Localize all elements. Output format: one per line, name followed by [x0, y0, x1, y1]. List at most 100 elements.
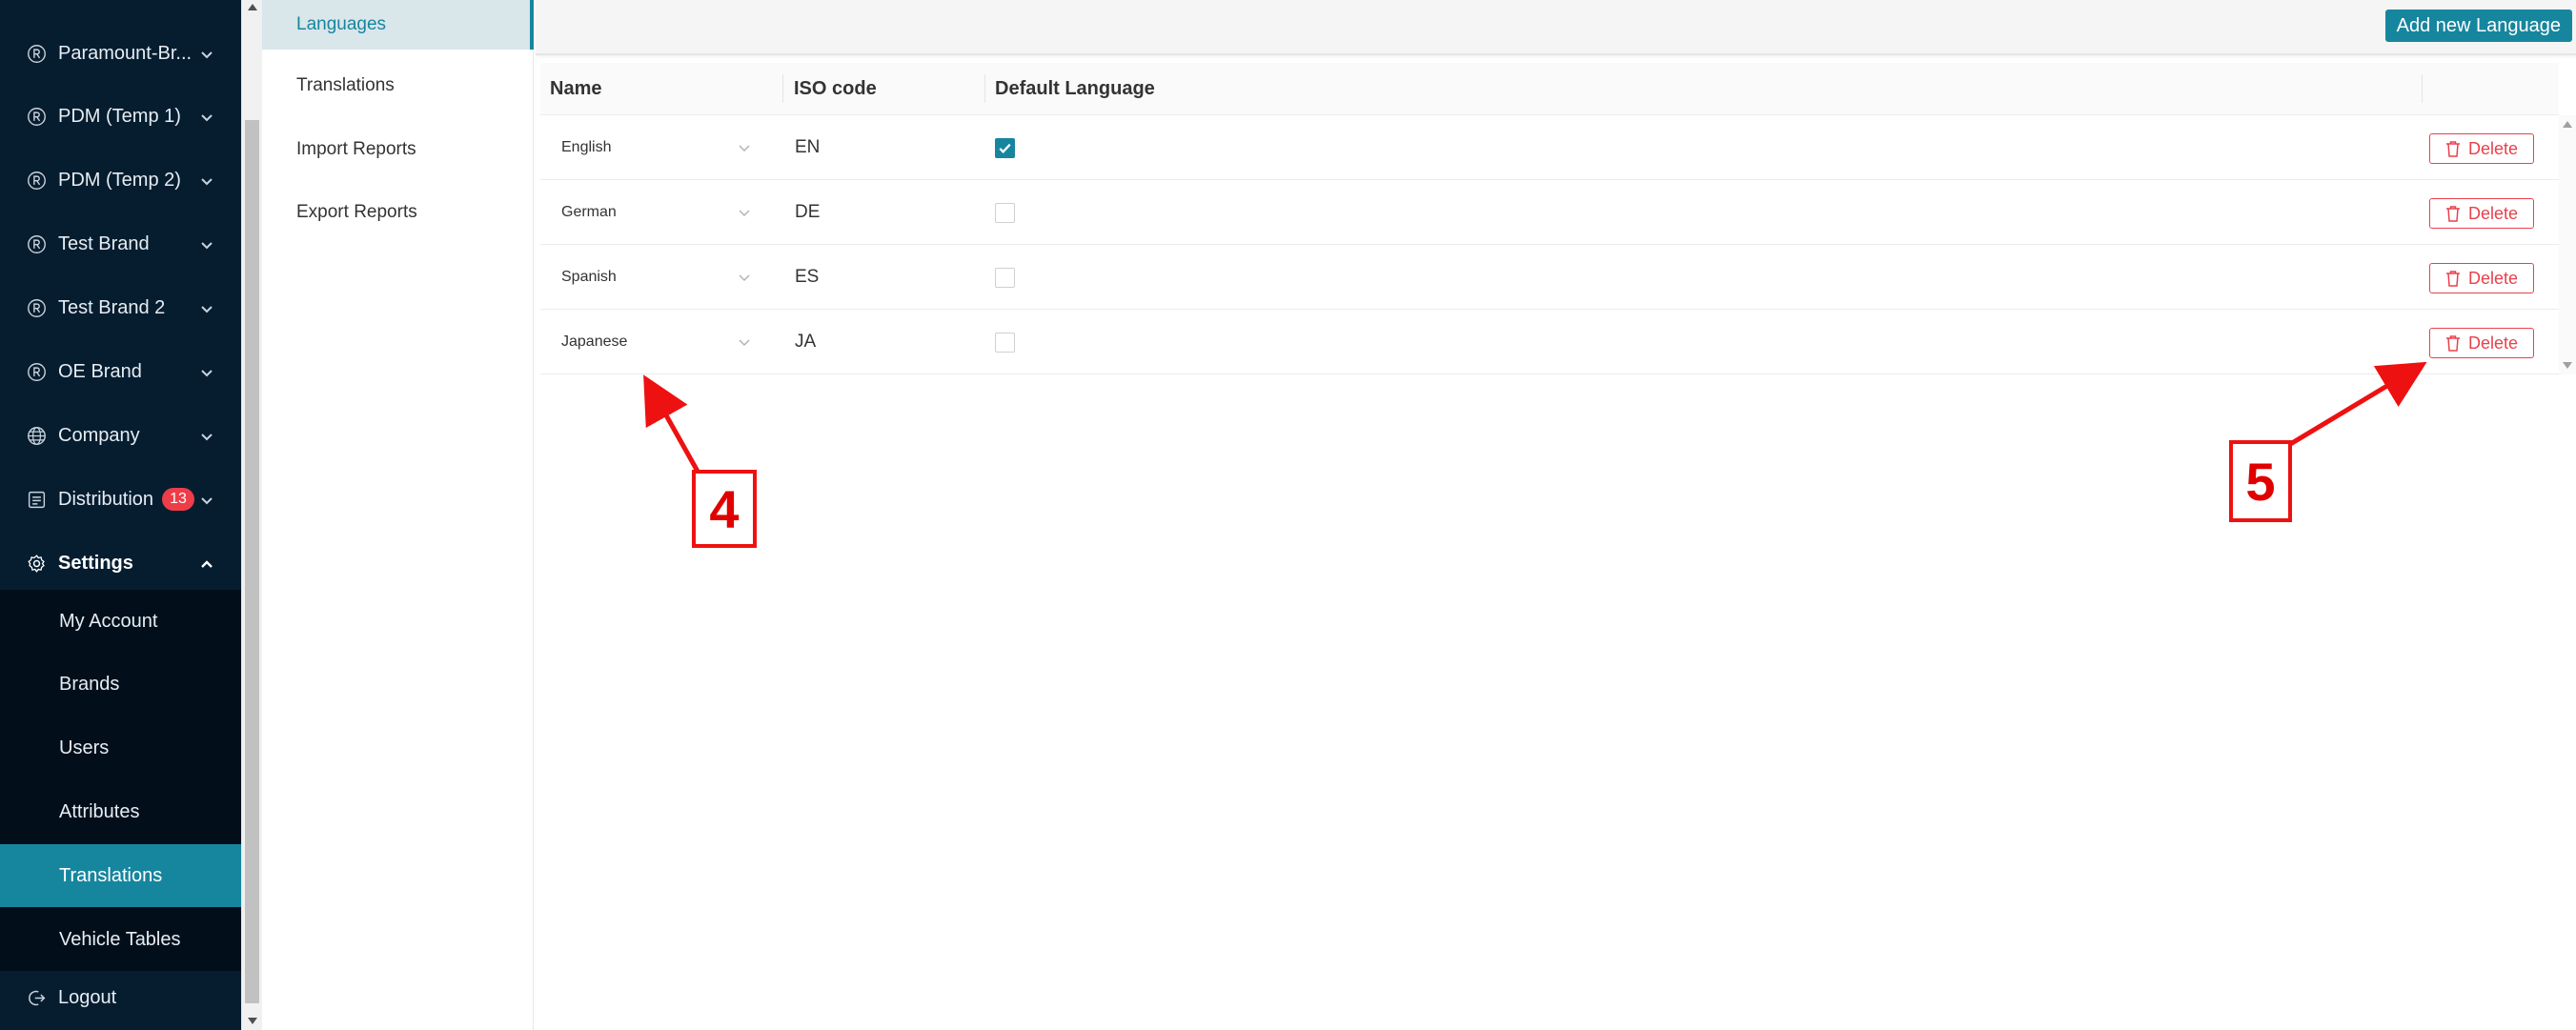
- registered-icon: [26, 297, 47, 318]
- registered-icon: [26, 43, 47, 64]
- submenu-item-users[interactable]: Users: [0, 717, 241, 779]
- logout-button[interactable]: Logout: [0, 966, 241, 1029]
- delete-button[interactable]: Delete: [2429, 263, 2534, 293]
- sidebar-item-test-brand-2[interactable]: Test Brand 2: [0, 276, 241, 339]
- chevron-down-icon: [199, 172, 214, 188]
- chevron-down-icon: [199, 300, 214, 315]
- column-divider: [782, 74, 783, 103]
- sidebar-item-pdm-temp-1[interactable]: PDM (Temp 1): [0, 85, 241, 148]
- sidebar-item-label: Distribution: [58, 488, 154, 510]
- sidebar-item-label: Test Brand: [58, 232, 150, 254]
- registered-icon: [26, 361, 47, 382]
- column-divider: [2422, 74, 2423, 103]
- submenu-item-translations[interactable]: Translations: [0, 844, 241, 907]
- annotation-step-5: 5: [2229, 440, 2292, 522]
- submenu-item-brands[interactable]: Brands: [0, 653, 241, 716]
- menu-item-translations[interactable]: Translations: [262, 61, 534, 111]
- chevron-down-icon: [199, 109, 214, 124]
- language-name-select[interactable]: Spanish: [552, 256, 761, 298]
- chevron-down-icon: [199, 364, 214, 379]
- language-name: Japanese: [561, 333, 628, 350]
- languages-table: Name ISO code Default Language English E…: [540, 63, 2559, 374]
- notification-badge: 13: [162, 488, 194, 511]
- column-divider: [984, 74, 985, 103]
- language-name-select[interactable]: Japanese: [552, 321, 761, 363]
- chevron-up-icon: [199, 555, 214, 571]
- registered-icon: [26, 233, 47, 254]
- sidebar-item-company[interactable]: Company: [0, 404, 241, 467]
- delete-button[interactable]: Delete: [2429, 328, 2534, 358]
- delete-label: Delete: [2467, 333, 2519, 353]
- sidebar-item-paramount-brand[interactable]: Paramount-Br...: [0, 22, 241, 85]
- chevron-down-icon: [199, 236, 214, 252]
- iso-code: JA: [795, 332, 817, 352]
- scroll-up-icon[interactable]: [248, 4, 257, 10]
- sidebar-item-oe-brand[interactable]: OE Brand: [0, 340, 241, 403]
- sidebar-item-label: Test Brand 2: [58, 296, 166, 318]
- column-header-name: Name: [550, 78, 602, 99]
- table-row: English EN Delete: [540, 115, 2559, 180]
- logout-icon: [26, 987, 47, 1008]
- column-header-iso-code: ISO code: [794, 78, 877, 99]
- sidebar-scrollbar[interactable]: [241, 0, 262, 1030]
- add-new-language-button[interactable]: Add new Language: [2384, 10, 2572, 42]
- menu-item-export-reports[interactable]: Export Reports: [262, 188, 534, 237]
- trash-icon: [2445, 271, 2460, 287]
- checkmark-icon: [999, 143, 1011, 153]
- submenu-item-vehicle-tables[interactable]: Vehicle Tables: [0, 908, 241, 971]
- scrollbar-thumb[interactable]: [245, 120, 259, 1003]
- submenu-item-my-account[interactable]: My Account: [0, 590, 241, 653]
- sidebar-item-distribution[interactable]: Distribution 13: [0, 468, 241, 531]
- language-name: English: [561, 139, 612, 155]
- scroll-down-icon[interactable]: [2563, 362, 2572, 369]
- default-language-checkbox[interactable]: [995, 268, 1015, 288]
- delete-label: Delete: [2467, 268, 2519, 288]
- chevron-down-icon: [199, 46, 214, 61]
- trash-icon: [2445, 141, 2460, 157]
- menu-item-languages[interactable]: Languages: [262, 0, 534, 50]
- scroll-up-icon[interactable]: [2563, 121, 2572, 128]
- sidebar-item-settings[interactable]: Settings: [0, 532, 241, 595]
- trash-icon: [2445, 335, 2460, 352]
- table-row: Spanish ES Delete: [540, 245, 2559, 310]
- sidebar-item-pdm-temp-2[interactable]: PDM (Temp 2): [0, 149, 241, 212]
- table-header: Name ISO code Default Language: [540, 63, 2559, 115]
- sidebar-item-test-brand[interactable]: Test Brand: [0, 212, 241, 275]
- table-scrollbar[interactable]: [2559, 115, 2576, 374]
- language-name: German: [561, 204, 617, 220]
- trash-icon: [2445, 206, 2460, 222]
- scroll-down-icon[interactable]: [248, 1018, 257, 1024]
- gear-icon: [26, 553, 47, 574]
- chevron-down-icon: [737, 270, 752, 285]
- delete-button[interactable]: Delete: [2429, 198, 2534, 229]
- default-language-checkbox[interactable]: [995, 203, 1015, 223]
- iso-code: ES: [795, 267, 820, 287]
- settings-submenu: My Account Brands Users Attributes Trans…: [0, 590, 241, 971]
- iso-code: DE: [795, 202, 821, 222]
- annotation-step-4: 4: [692, 470, 757, 548]
- registered-icon: [26, 170, 47, 191]
- distribution-icon: [26, 489, 47, 510]
- settings-menu: Languages Translations Import Reports Ex…: [262, 0, 534, 1030]
- menu-item-import-reports[interactable]: Import Reports: [262, 125, 534, 174]
- iso-code: EN: [795, 137, 821, 157]
- chevron-down-icon: [737, 140, 752, 155]
- main-sidebar: Paramount-Br... PDM (Temp 1) PDM (Temp 2…: [0, 0, 241, 1030]
- registered-icon: [26, 106, 47, 127]
- submenu-item-attributes[interactable]: Attributes: [0, 780, 241, 843]
- column-header-default-language: Default Language: [995, 78, 1155, 99]
- default-language-checkbox[interactable]: [995, 333, 1015, 353]
- table-row: German DE Delete: [540, 180, 2559, 245]
- chevron-down-icon: [737, 334, 752, 350]
- delete-button[interactable]: Delete: [2429, 133, 2534, 164]
- language-name-select[interactable]: English: [552, 127, 761, 169]
- language-name-select[interactable]: German: [552, 192, 761, 233]
- sidebar-item-label: Company: [58, 424, 140, 446]
- language-name: Spanish: [561, 269, 617, 285]
- default-language-checkbox[interactable]: [995, 138, 1015, 158]
- globe-icon: [26, 425, 47, 446]
- delete-label: Delete: [2467, 203, 2519, 223]
- chevron-down-icon: [199, 492, 214, 507]
- chevron-down-icon: [199, 428, 214, 443]
- sidebar-item-label: PDM (Temp 2): [58, 169, 181, 191]
